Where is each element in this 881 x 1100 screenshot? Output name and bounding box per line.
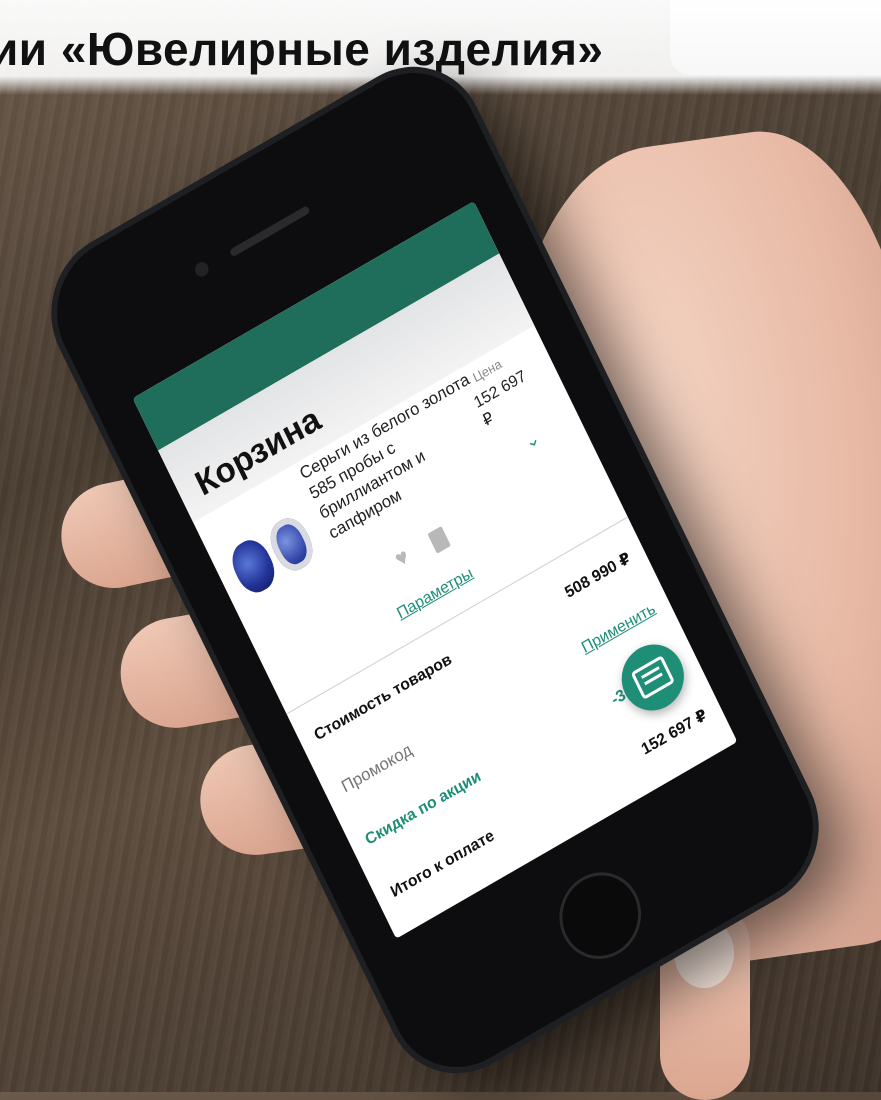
parameters-link[interactable]: Параметры — [394, 565, 476, 624]
phone-screen: Корзина Серьги из белого золота 585 проб… — [132, 201, 738, 939]
front-camera — [192, 259, 211, 280]
goods-cost-value: 508 990 ₽ — [562, 549, 634, 602]
heart-icon[interactable]: ♥ — [391, 538, 419, 572]
speaker-grille — [229, 205, 311, 258]
item-actions: ♥ — [391, 521, 452, 573]
product-image[interactable] — [225, 507, 330, 606]
chat-icon — [630, 654, 675, 701]
phone-scene: Корзина Серьги из белого золота 585 проб… — [0, 0, 881, 1093]
smartphone: Корзина Серьги из белого золота 585 проб… — [33, 47, 837, 1093]
chevron-down-icon[interactable]: ⌄ — [521, 427, 543, 453]
home-button[interactable] — [545, 856, 656, 975]
trash-icon[interactable] — [427, 525, 452, 554]
